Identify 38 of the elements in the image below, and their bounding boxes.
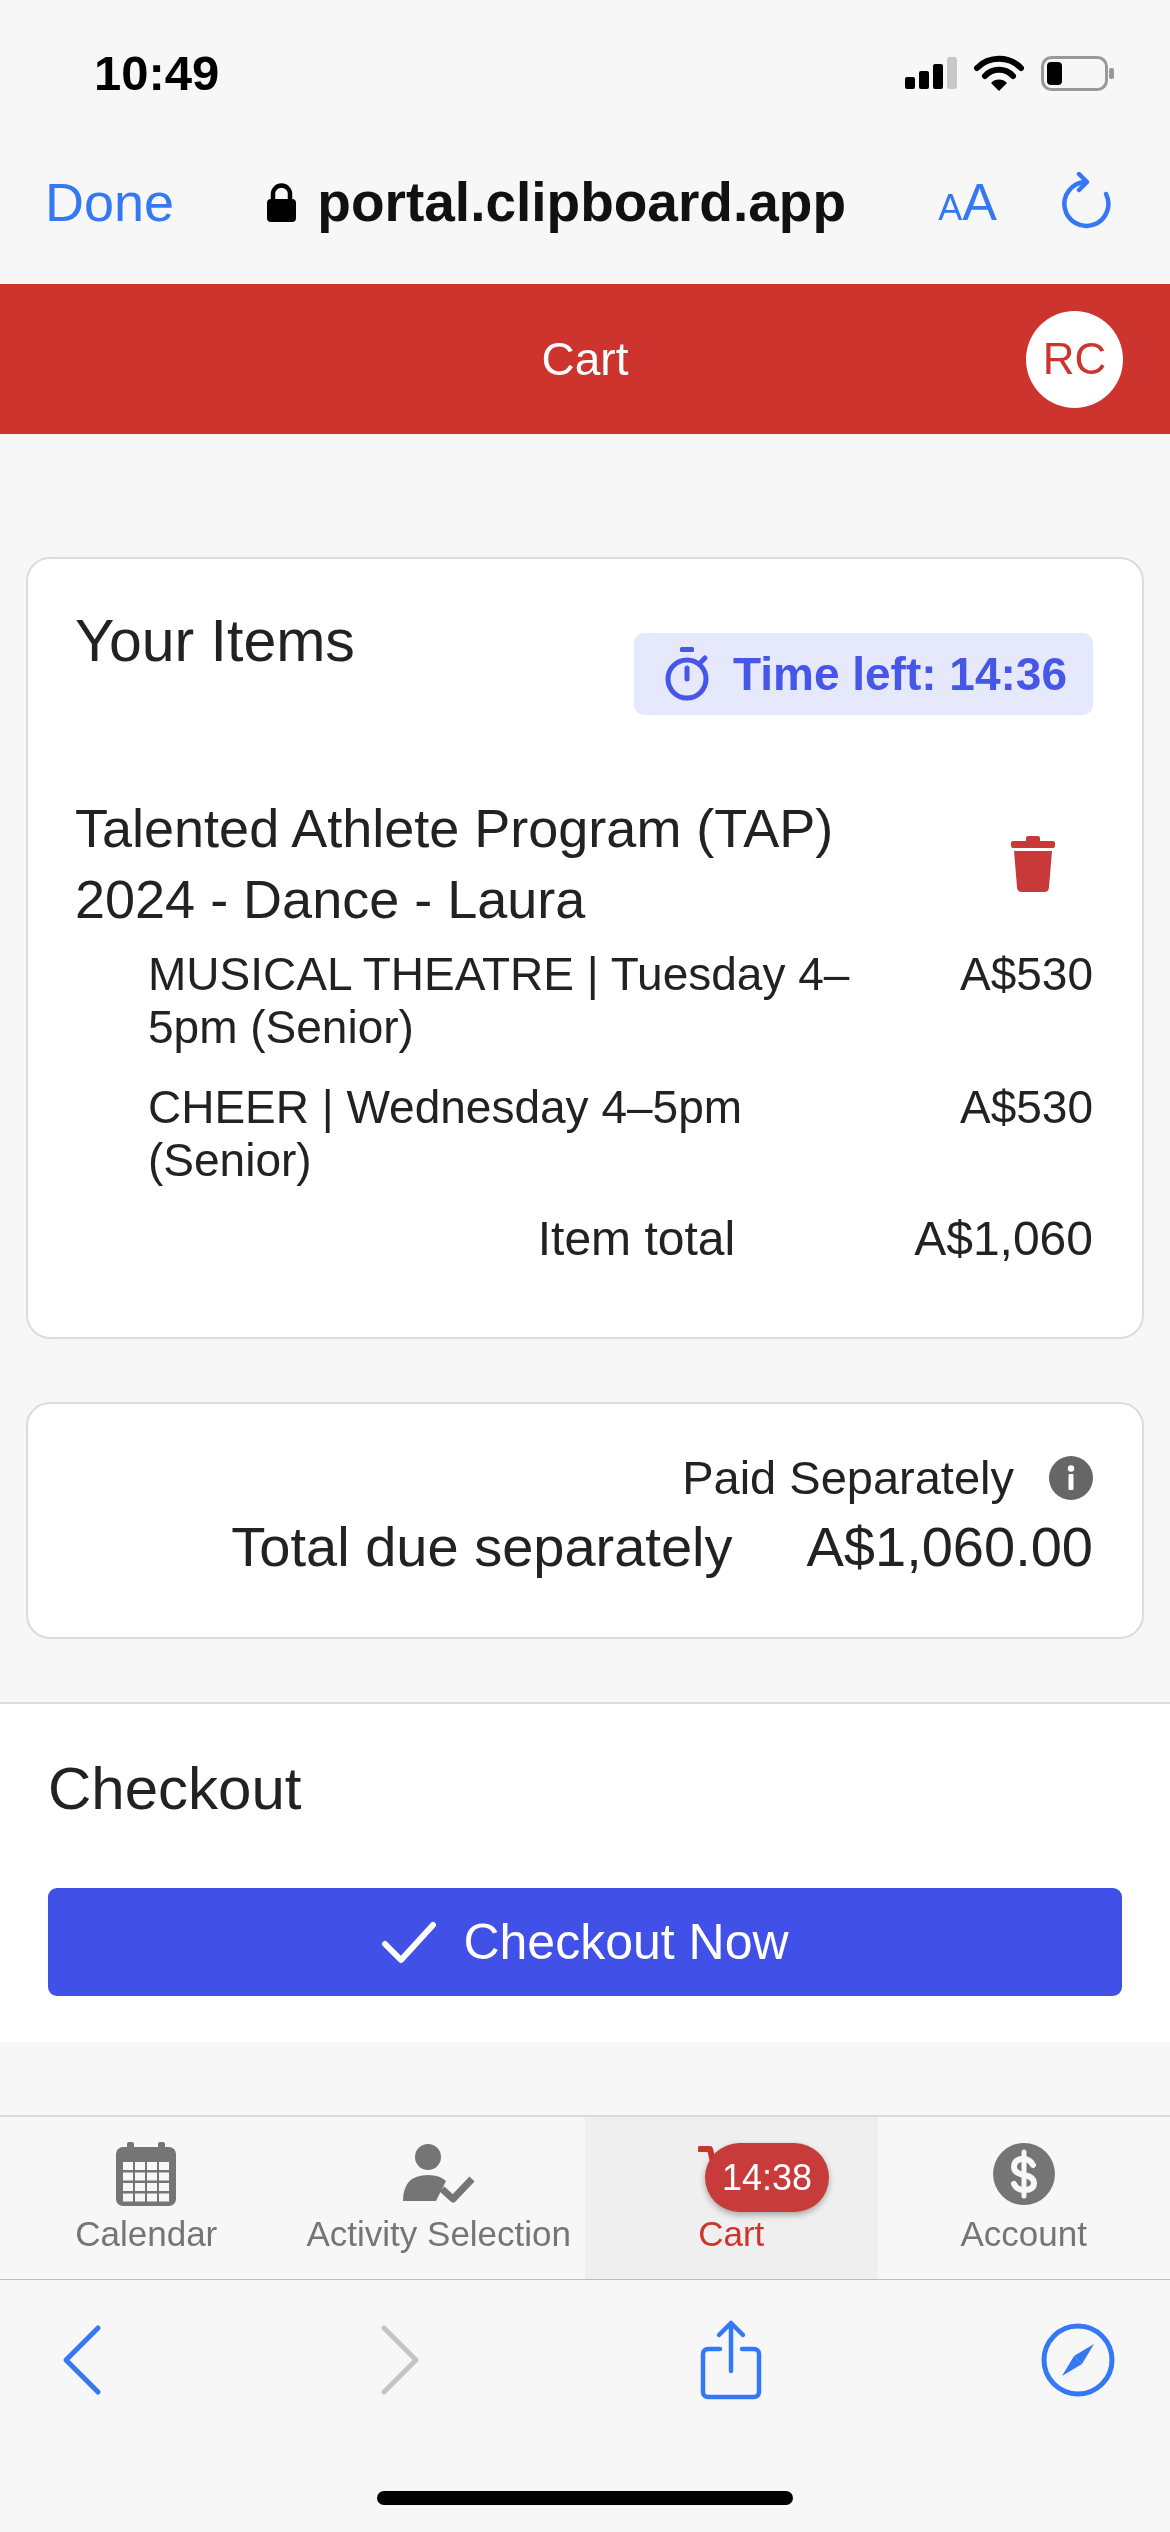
- line-item-price: A$530: [959, 948, 1093, 1002]
- share-icon[interactable]: [698, 2319, 763, 2401]
- line-item-label: MUSICAL THEATRE | Tuesday 4–5pm (Senior): [148, 948, 851, 1054]
- checkout-button[interactable]: Checkout Now: [48, 1888, 1122, 1996]
- signal-icon: [905, 57, 957, 89]
- done-button[interactable]: Done: [45, 171, 175, 233]
- avatar-button[interactable]: RC: [1026, 310, 1123, 408]
- dollar-icon: [992, 2143, 1055, 2205]
- person-check-icon: [402, 2143, 475, 2205]
- timer-text: Time left: 14:36: [732, 647, 1067, 701]
- compass-icon[interactable]: [1041, 2323, 1115, 2397]
- page-title: Cart: [541, 332, 629, 386]
- item-total-amount: A$1,060: [914, 1212, 1093, 1265]
- line-item-price: A$530: [959, 1081, 1093, 1135]
- section-title: Checkout: [48, 1756, 303, 1822]
- section-title: Your Items: [75, 607, 355, 675]
- item-total-label: Item total: [537, 1212, 736, 1265]
- timer-badge: 14:38: [705, 2143, 830, 2212]
- total-label: Total due separately: [231, 1514, 733, 1580]
- nav-tab[interactable]: Calendar: [0, 2117, 293, 2279]
- nav-tab[interactable]: Cart 14:38: [585, 2117, 878, 2279]
- line-item-label: CHEER | Wednesday 4–5pm (Senior): [148, 1081, 744, 1187]
- lock-icon: [266, 182, 298, 222]
- battery-icon: [1041, 55, 1114, 91]
- calendar-icon: [116, 2142, 177, 2206]
- payment-note: Paid Separately: [682, 1450, 1014, 1506]
- nav-tab[interactable]: Activity Selection: [292, 2117, 585, 2279]
- wifi-icon: [973, 54, 1025, 92]
- back-icon[interactable]: [62, 2324, 102, 2396]
- trash-icon[interactable]: [1011, 836, 1055, 892]
- clock-time: 10:49: [94, 45, 220, 101]
- page-url[interactable]: portal.clipboard.app: [317, 170, 846, 234]
- total-amount: A$1,060.00: [806, 1514, 1093, 1580]
- item-name: Talented Athlete Program (TAP) 2024 - Dance - Laura: [75, 797, 835, 931]
- text-size-button[interactable]: AA: [938, 172, 997, 232]
- info-icon[interactable]: [1049, 1456, 1093, 1500]
- nav-tab[interactable]: Account: [877, 2117, 1170, 2279]
- check-icon: [381, 1920, 438, 1964]
